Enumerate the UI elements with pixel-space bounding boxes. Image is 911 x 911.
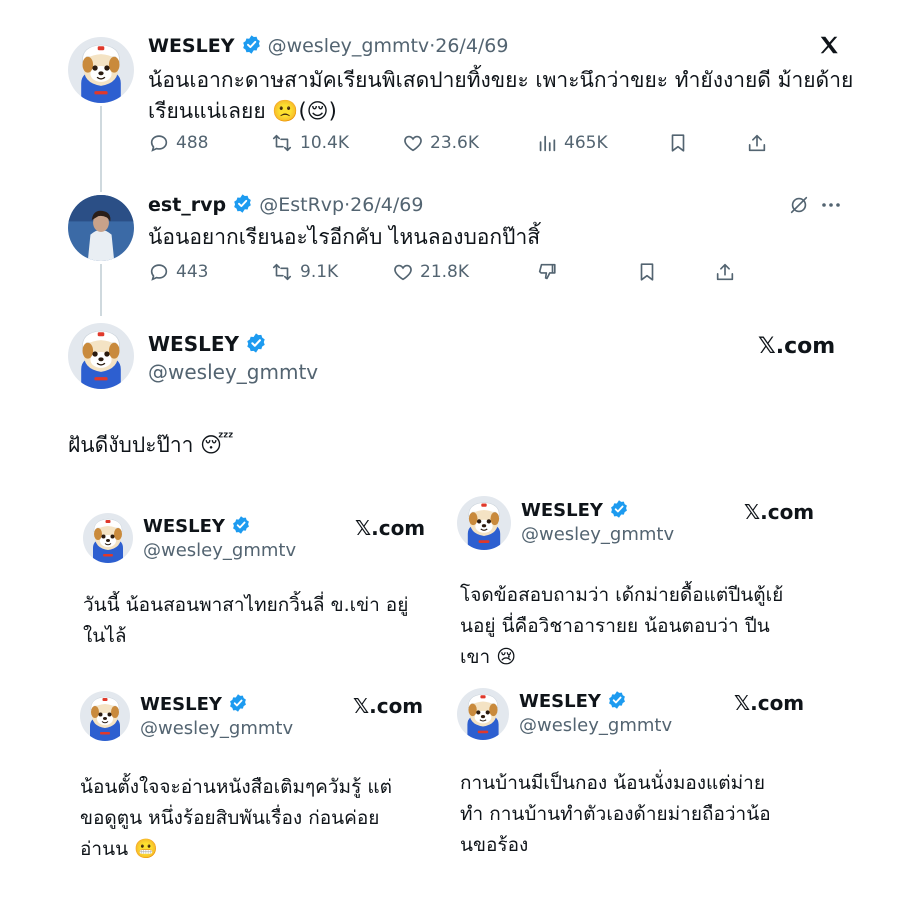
thread-line xyxy=(100,106,102,192)
x-com-logo: 𝕏.com xyxy=(734,691,805,715)
display-name[interactable]: WESLEY xyxy=(148,332,239,356)
verified-icon xyxy=(245,332,267,354)
tweet-date[interactable]: 26/4/69 xyxy=(350,194,423,216)
x-logo-icon[interactable] xyxy=(818,34,840,56)
reply-icon xyxy=(150,264,168,281)
like-icon xyxy=(394,264,412,281)
display-name: WESLEY xyxy=(519,691,601,712)
card-name: WESLEY xyxy=(143,515,251,537)
x-com-logo: 𝕏.com xyxy=(353,694,424,718)
avatar xyxy=(457,496,511,550)
retweet-icon xyxy=(272,263,292,281)
retweet-button[interactable]: 9.1K xyxy=(270,261,338,283)
share-button[interactable] xyxy=(714,261,736,283)
verified-icon xyxy=(231,515,251,535)
verified-icon xyxy=(609,499,629,519)
tweet-header: WESLEY @wesley_gmmtv·26/4/69 xyxy=(148,34,508,57)
share-icon xyxy=(748,134,766,152)
verified-icon xyxy=(228,693,248,713)
card-text-line: โจดข้อสอบถามว่า เด้กม่ายดื้อแต่ปีนตู้เย้ xyxy=(460,584,784,606)
tweet-date[interactable]: 26/4/69 xyxy=(435,35,508,57)
avatar[interactable] xyxy=(68,195,134,261)
tweet-text: ฝันดีงับปะป๊าา 😴 xyxy=(68,433,234,457)
tweet-header: est_rvp @EstRvp·26/4/69 xyxy=(148,193,423,216)
card-text-line: อ่านน 😬 xyxy=(80,838,158,860)
display-name[interactable]: WESLEY xyxy=(148,35,234,57)
user-handle[interactable]: @wesley_gmmtv xyxy=(268,35,430,57)
card-text: กานบ้านมีเป็นกอง น้อนนั่งมองแต่ม่าย ทำ ก… xyxy=(460,768,860,861)
bookmark-button[interactable] xyxy=(667,132,689,154)
bookmark-icon xyxy=(640,263,654,281)
user-handle: @wesley_gmmtv xyxy=(140,718,294,739)
reply-button[interactable]: 443 xyxy=(148,261,208,283)
card-name: WESLEY xyxy=(521,499,629,521)
like-button[interactable]: 23.6K xyxy=(402,132,479,154)
reply-button[interactable]: 488 xyxy=(148,132,208,154)
tweet-text-line: เรียนแน่เลยย 🙁(😌) xyxy=(148,99,337,123)
user-handle[interactable]: @EstRvp xyxy=(259,194,344,216)
bookmark-icon xyxy=(671,134,685,152)
like-button[interactable]: 21.8K xyxy=(392,261,469,283)
retweet-icon xyxy=(272,134,292,152)
card-name: WESLEY xyxy=(519,690,627,712)
like-count: 21.8K xyxy=(420,262,469,282)
avatar xyxy=(457,688,509,740)
quoted-name: WESLEY xyxy=(148,332,267,356)
views-count: 465K xyxy=(564,133,608,153)
card-text: โจดข้อสอบถามว่า เด้กม่ายดื้อแต่ปีนตู้เย้… xyxy=(460,580,860,673)
thread-line xyxy=(100,264,102,316)
card-text-line: กานบ้านมีเป็นกอง น้อนนั่งมองแต่ม่าย xyxy=(460,772,765,794)
user-handle: @wesley_gmmtv xyxy=(521,524,675,545)
x-com-logo: 𝕏.com xyxy=(758,334,836,359)
card-text: น้อนตั้งใจจะอ่านหนังสือเติมๆควัมรู้ แต่ … xyxy=(80,772,440,865)
avatar[interactable] xyxy=(68,37,134,103)
card-text-line: ขอดูตูน หนึ่งร้อยสิบพันเรื่อง ก่อนค่อย xyxy=(80,807,380,829)
dislike-icon xyxy=(538,263,556,280)
share-button[interactable] xyxy=(746,132,768,154)
verified-icon xyxy=(607,690,627,710)
display-name: WESLEY xyxy=(521,500,603,521)
verified-icon xyxy=(232,193,253,214)
card-text-line: วันนี้ น้อนสอนพาสาไทยกวิ้นลี่ ข.เข่า อยู… xyxy=(83,594,409,616)
x-com-logo: 𝕏.com xyxy=(744,500,815,524)
retweet-button[interactable]: 10.4K xyxy=(270,132,349,154)
card-text-line: นขอร้อง xyxy=(460,834,529,856)
card-text-line: นอยู่ นี่คือวิชาอารายย น้อนตอบว่า ปีน xyxy=(460,615,770,637)
card-text-line: ทำ กานบ้านทำตัวเองด้ายม่ายถือว่าน้อ xyxy=(460,803,771,825)
retweet-count: 9.1K xyxy=(300,262,339,282)
dislike-button[interactable] xyxy=(536,261,558,283)
x-com-logo: 𝕏.com xyxy=(355,516,426,540)
user-handle: @wesley_gmmtv xyxy=(143,540,297,561)
reply-count: 488 xyxy=(176,133,209,153)
display-name: WESLEY xyxy=(143,516,225,537)
avatar xyxy=(83,513,133,563)
views-icon xyxy=(539,135,556,152)
share-icon xyxy=(716,263,734,281)
more-icon[interactable] xyxy=(820,196,842,214)
avatar xyxy=(80,691,130,741)
display-name: WESLEY xyxy=(140,694,222,715)
card-name: WESLEY xyxy=(140,693,248,715)
reply-icon xyxy=(150,135,168,152)
verified-icon xyxy=(241,34,262,55)
views-button[interactable]: 465K xyxy=(536,132,608,154)
card-text-line: เขา 😢 xyxy=(460,646,516,668)
user-handle: @wesley_gmmtv xyxy=(519,715,673,736)
bookmark-button[interactable] xyxy=(636,261,658,283)
card-text: วันนี้ น้อนสอนพาสาไทยกวิ้นลี่ ข.เข่า อยู… xyxy=(83,590,443,652)
like-count: 23.6K xyxy=(430,133,479,153)
tweet-text: น้อนอยากเรียนอะไรอีกคับ ไหนลองบอกป๊าสิ้ xyxy=(148,225,541,249)
tweet-text-line: น้อนเอากะดาษสามัคเรียนพิเสดปายทิ้งขยะ เพ… xyxy=(148,68,854,92)
reply-count: 443 xyxy=(176,262,209,282)
avatar[interactable] xyxy=(68,323,134,389)
grok-icon[interactable] xyxy=(788,194,810,216)
user-handle[interactable]: @wesley_gmmtv xyxy=(148,360,318,384)
tweet-text: น้อนเอากะดาษสามัคเรียนพิเสดปายทิ้งขยะ เพ… xyxy=(148,65,868,127)
card-text-line: ในไล้ xyxy=(83,625,127,647)
card-text-line: น้อนตั้งใจจะอ่านหนังสือเติมๆควัมรู้ แต่ xyxy=(80,776,392,798)
like-icon xyxy=(404,135,422,152)
retweet-count: 10.4K xyxy=(300,133,349,153)
display-name[interactable]: est_rvp xyxy=(148,194,226,216)
